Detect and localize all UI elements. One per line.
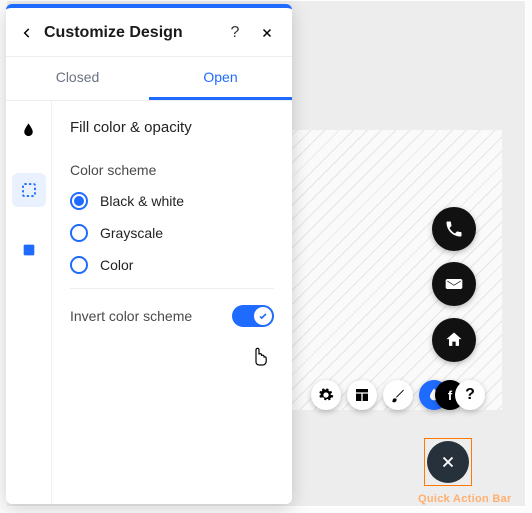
question-icon: ? [231,24,240,42]
panel-body: Fill color & opacity Color scheme Black … [6,101,292,504]
close-icon [439,453,457,471]
invert-row: Invert color scheme [70,305,274,327]
vtab-shape[interactable] [12,233,46,267]
action-phone[interactable] [432,207,476,251]
section-title: Fill color & opacity [70,119,192,136]
phone-icon [444,219,464,239]
option-black-white[interactable]: Black & white [70,192,274,210]
panel-header: Customize Design ? [6,8,292,56]
option-color[interactable]: Color [70,256,274,274]
chevron-left-icon [20,26,34,40]
app-stage: f ? Quick Action Bar Customize Design ? … [0,0,532,513]
option-label: Grayscale [100,225,163,241]
option-label: Black & white [100,193,184,209]
quick-action-close-frame[interactable] [424,438,472,486]
vertical-tool-tabs [6,101,52,504]
facebook-icon: f [448,388,452,403]
selection-dashed-icon [20,181,38,199]
vtab-selection[interactable] [12,173,46,207]
gear-icon [318,387,334,403]
panel-content: Fill color & opacity Color scheme Black … [52,101,292,504]
toggle-knob [254,307,272,325]
action-mail[interactable] [432,262,476,306]
tab-open[interactable]: Open [149,57,292,100]
tool-settings[interactable] [311,380,341,410]
invert-label: Invert color scheme [70,308,192,324]
section-fill-header: Fill color & opacity [70,119,274,136]
color-scheme-label: Color scheme [70,162,274,178]
action-home[interactable] [432,318,476,362]
mail-icon [444,274,464,294]
divider [70,288,274,289]
option-label: Color [100,257,133,273]
back-button[interactable] [16,22,38,44]
tool-layout[interactable] [347,380,377,410]
home-icon [444,330,464,350]
state-tabs: Closed Open [6,56,292,101]
tab-closed[interactable]: Closed [6,57,149,100]
radio-icon [70,192,88,210]
quick-action-close[interactable] [427,441,469,483]
help-button[interactable]: ? [224,22,246,44]
check-icon [258,311,268,321]
question-icon: ? [465,386,475,404]
brush-icon [390,387,406,403]
layout-icon [354,387,370,403]
radio-icon [70,224,88,242]
tool-help[interactable]: ? [455,380,485,410]
radio-icon [70,256,88,274]
quick-action-label: Quick Action Bar [418,493,512,505]
customize-design-panel: Customize Design ? Closed Open [6,4,292,504]
water-drop-icon [20,122,37,139]
panel-title: Customize Design [44,24,224,42]
invert-toggle[interactable] [232,305,274,327]
tool-design[interactable] [383,380,413,410]
close-panel-button[interactable] [256,22,278,44]
vtab-fill[interactable] [12,113,46,147]
option-grayscale[interactable]: Grayscale [70,224,274,242]
filled-square-icon [21,242,37,258]
close-icon [260,26,274,40]
